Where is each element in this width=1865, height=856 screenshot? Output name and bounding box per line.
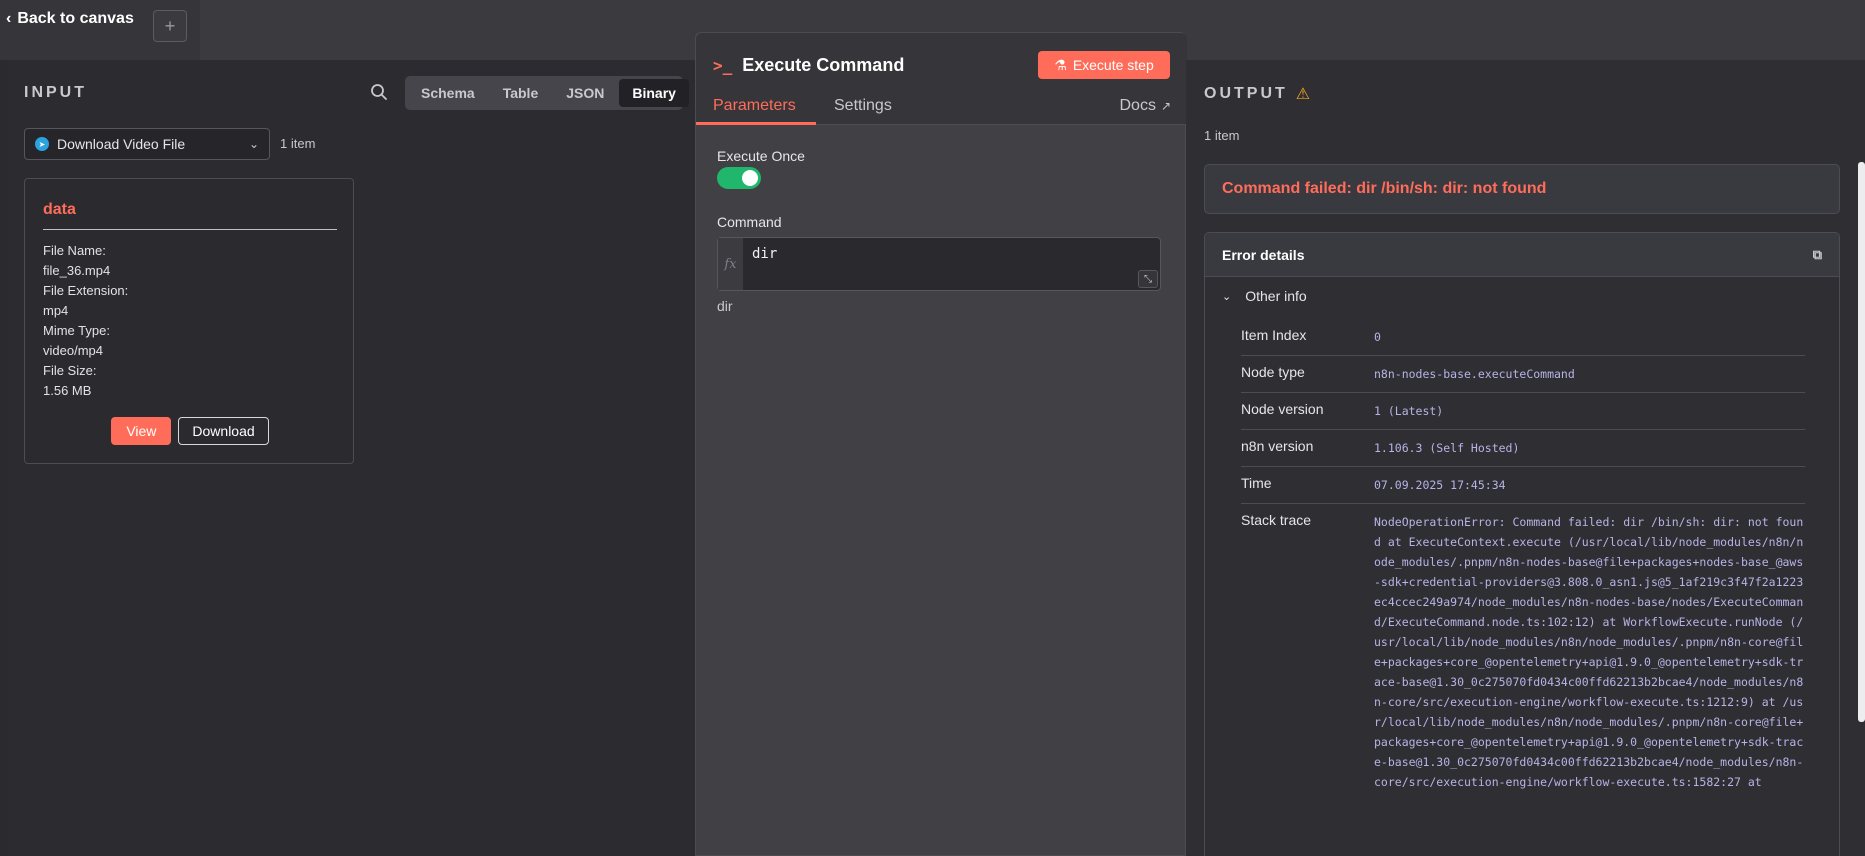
input-panel: INPUT Schema Table JSON Binary ➤ Downloa… <box>7 60 695 856</box>
other-info-label: Other info <box>1245 288 1307 304</box>
node-parameters-panel: >_ Execute Command ⚗ Execute step Parame… <box>695 32 1187 856</box>
chevron-down-icon: ⌄ <box>1222 290 1232 303</box>
tab-parameters[interactable]: Parameters <box>713 97 796 115</box>
error-details-header: Error details ⧉ <box>1205 233 1839 277</box>
input-node-select[interactable]: ➤ Download Video File ⌄ <box>24 128 270 160</box>
time-key: Time <box>1241 475 1272 491</box>
item-index-value: 0 <box>1374 330 1381 344</box>
table-row: Node version 1 (Latest) <box>1241 393 1805 430</box>
execute-step-label: Execute step <box>1072 57 1154 73</box>
stack-trace-value: NodeOperationError: Command failed: dir … <box>1374 515 1804 789</box>
input-title: INPUT <box>24 84 87 101</box>
output-title: OUTPUT ⚠ <box>1204 84 1313 104</box>
stack-trace-key: Stack trace <box>1241 512 1312 528</box>
error-details-label: Error details <box>1222 246 1305 263</box>
file-size-label: File Size: <box>43 363 97 378</box>
n8n-version-key: n8n version <box>1241 438 1314 454</box>
docs-label: Docs <box>1119 97 1156 114</box>
table-row: Item Index 0 <box>1241 319 1805 356</box>
time-value: 07.09.2025 17:45:34 <box>1374 478 1506 492</box>
output-scrollbar[interactable] <box>1858 162 1865 722</box>
error-info-table: Item Index 0 Node type n8n-nodes-base.ex… <box>1241 319 1805 800</box>
node-version-key: Node version <box>1241 401 1324 417</box>
binary-actions: View Download <box>25 417 355 445</box>
mime-type-value: video/mp4 <box>43 343 103 358</box>
telegram-icon: ➤ <box>35 137 49 151</box>
file-size-value: 1.56 MB <box>43 383 92 398</box>
mime-type-label: Mime Type: <box>43 323 110 338</box>
expression-icon[interactable]: fx <box>718 238 743 290</box>
node-type-key: Node type <box>1241 364 1305 380</box>
binary-data-card: data File Name: file_36.mp4 File Extensi… <box>24 178 354 464</box>
flask-icon: ⚗ <box>1054 56 1067 73</box>
output-item-count: 1 item <box>1204 128 1240 143</box>
file-name-label: File Name: <box>43 243 106 258</box>
table-row: Node type n8n-nodes-base.executeCommand <box>1241 356 1805 393</box>
node-title: >_ Execute Command <box>713 55 904 76</box>
execute-step-button[interactable]: ⚗ Execute step <box>1038 51 1170 79</box>
copy-icon[interactable]: ⧉ <box>1813 247 1822 263</box>
execute-once-label: Execute Once <box>717 148 805 164</box>
command-preview: dir <box>717 298 733 314</box>
item-index-key: Item Index <box>1241 327 1307 343</box>
input-item-count: 1 item <box>280 136 316 151</box>
tab-schema[interactable]: Schema <box>408 79 488 107</box>
warning-icon: ⚠ <box>1295 86 1314 103</box>
binary-metadata: File Name: file_36.mp4 File Extension: m… <box>43 241 128 401</box>
node-header: >_ Execute Command ⚗ Execute step Parame… <box>696 33 1187 125</box>
other-info-toggle[interactable]: ⌄ Other info <box>1222 288 1307 304</box>
terminal-icon: >_ <box>713 56 733 75</box>
node-version-value: 1 (Latest) <box>1374 404 1444 418</box>
tab-settings[interactable]: Settings <box>834 97 892 115</box>
tab-table[interactable]: Table <box>490 79 552 107</box>
expand-editor-icon[interactable]: ⤡ <box>1138 270 1158 288</box>
back-to-canvas-label: Back to canvas <box>17 10 134 27</box>
n8n-version-value: 1.106.3 (Self Hosted) <box>1374 441 1520 455</box>
command-input[interactable]: fx dir ⤡ <box>717 237 1161 291</box>
input-view-tabs: Schema Table JSON Binary <box>405 76 689 110</box>
download-button[interactable]: Download <box>178 417 269 445</box>
divider <box>43 229 337 230</box>
file-name-value: file_36.mp4 <box>43 263 111 278</box>
command-value[interactable]: dir <box>752 246 777 262</box>
error-details-card: Error details ⧉ ⌄ Other info Item Index … <box>1204 232 1840 856</box>
input-node-name: Download Video File <box>57 136 186 152</box>
add-node-button[interactable]: + <box>153 10 187 42</box>
execute-once-toggle[interactable] <box>717 167 761 189</box>
back-to-canvas-button[interactable]: ‹ Back to canvas <box>6 10 134 28</box>
output-title-label: OUTPUT <box>1204 85 1288 102</box>
binary-property-title: data <box>43 201 76 218</box>
chevron-down-icon: ⌄ <box>248 137 259 151</box>
output-panel: OUTPUT ⚠ 1 item Command failed: dir /bin… <box>1186 60 1865 856</box>
table-row: n8n version 1.106.3 (Self Hosted) <box>1241 430 1805 467</box>
file-extension-value: mp4 <box>43 303 69 318</box>
tab-json[interactable]: JSON <box>553 79 617 107</box>
table-row: Stack trace NodeOperationError: Command … <box>1241 504 1805 800</box>
table-row: Time 07.09.2025 17:45:34 <box>1241 467 1805 504</box>
file-extension-label: File Extension: <box>43 283 129 298</box>
node-tabs: Parameters Settings Docs ↗ <box>696 89 1187 125</box>
arrow-left-icon: ‹ <box>6 10 12 27</box>
command-label: Command <box>717 214 782 230</box>
tab-binary[interactable]: Binary <box>619 79 689 107</box>
search-icon[interactable] <box>369 82 389 102</box>
node-title-label[interactable]: Execute Command <box>742 55 904 76</box>
node-type-value: n8n-nodes-base.executeCommand <box>1374 367 1575 381</box>
view-button[interactable]: View <box>111 417 172 445</box>
toggle-knob <box>742 170 758 186</box>
docs-link[interactable]: Docs ↗ <box>1119 97 1171 115</box>
error-message: Command failed: dir /bin/sh: dir: not fo… <box>1204 164 1840 214</box>
external-link-icon: ↗ <box>1160 99 1171 113</box>
active-tab-indicator <box>696 122 816 125</box>
